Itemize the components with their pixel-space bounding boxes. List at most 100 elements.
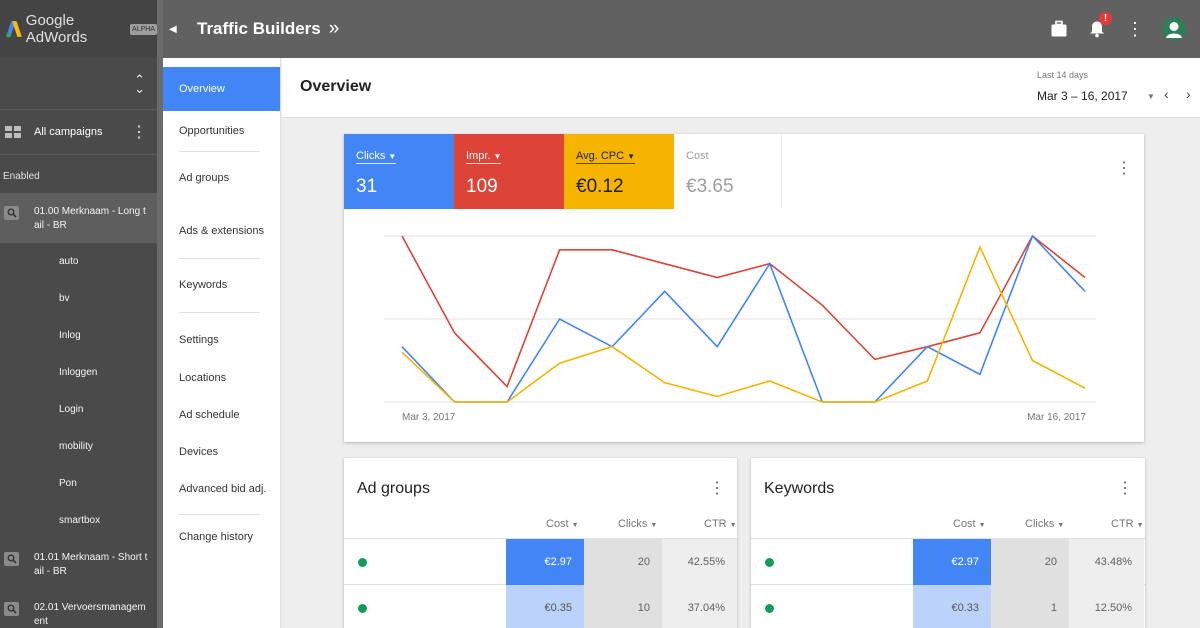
metric-label-cost: Cost: [686, 150, 709, 162]
column-header-ctr[interactable]: CTR ▼: [1111, 518, 1144, 530]
chevron-left-icon[interactable]: ‹: [1164, 86, 1169, 102]
page-title: Overview: [300, 78, 372, 95]
all-campaigns-label: All campaigns: [34, 126, 103, 138]
metric-value-clicks: 31: [356, 176, 378, 197]
more-vert-icon[interactable]: ⋮: [1117, 478, 1133, 498]
status-enabled-icon: [765, 558, 774, 567]
metric-tile-cost[interactable]: Cost €3.65: [674, 134, 782, 209]
metric-value-cpc: €0.12: [576, 176, 624, 197]
column-header-cost[interactable]: Cost ▼: [546, 518, 579, 530]
date-range-label: Last 14 days: [1037, 70, 1089, 80]
double-chevron-right-icon[interactable]: »: [329, 18, 340, 40]
nav-locations[interactable]: Locations: [163, 367, 280, 404]
account-title[interactable]: Traffic Builders: [197, 19, 321, 39]
column-header-clicks[interactable]: Clicks ▼: [618, 518, 657, 530]
cell-clicks: 1: [991, 585, 1069, 628]
adwords-logo-icon: [6, 21, 22, 38]
left-sidebar: Google AdWords ALPHA ⌃ ⌄ All campaigns ⋮ …: [0, 0, 157, 628]
nav-ad-schedule[interactable]: Ad schedule: [163, 404, 280, 441]
ad-group-item-smartbox[interactable]: smartbox: [0, 502, 157, 539]
metric-tile-cpc[interactable]: Avg. CPC ▼ €0.12: [564, 134, 674, 209]
dropdown-arrow-icon: ▼: [650, 522, 658, 529]
metric-tile-clicks[interactable]: Clicks ▼ 31: [344, 134, 454, 209]
campaign-item[interactable]: 01.00 Merknaam - Long t ail - BR: [0, 193, 157, 243]
more-vert-icon[interactable]: ⋮: [129, 122, 149, 142]
cell-cost: €0.35: [506, 585, 584, 628]
metric-label-cpc: Avg. CPC: [576, 150, 625, 162]
campaign-name: 02.01 Vervoersmanagem ent: [34, 602, 146, 627]
metric-value-cost: €3.65: [686, 176, 734, 197]
dropdown-arrow-icon[interactable]: ▼: [1147, 92, 1155, 101]
chevron-right-icon[interactable]: ›: [1186, 86, 1191, 102]
account-switcher[interactable]: ⌃ ⌄: [0, 58, 157, 110]
briefcase-icon[interactable]: [1050, 20, 1068, 38]
dropdown-arrow-icon: ▼: [1136, 522, 1144, 529]
cell-cost: €0.33: [913, 585, 991, 628]
series-line-impr: [401, 234, 1086, 388]
notifications-button[interactable]: !: [1088, 12, 1112, 38]
nav-keywords[interactable]: Keywords: [163, 259, 280, 312]
table-row[interactable]: €2.97 20 42.55%: [344, 539, 737, 585]
table-row[interactable]: €0.33 1 12.50%: [751, 585, 1145, 628]
search-icon: [4, 602, 19, 616]
table-row[interactable]: €0.35 10 37.04%: [344, 585, 737, 628]
metric-label-clicks: Clicks: [356, 150, 386, 162]
cell-cost: €2.97: [506, 539, 584, 585]
dropdown-arrow-icon: ▼: [571, 522, 579, 529]
dropdown-arrow-icon[interactable]: ▼: [388, 152, 396, 161]
back-arrow-icon[interactable]: ◀: [169, 24, 181, 35]
column-header-clicks[interactable]: Clicks ▼: [1025, 518, 1064, 530]
table-row[interactable]: €2.97 20 43.48%: [751, 539, 1145, 585]
nav-settings[interactable]: Settings: [163, 313, 280, 367]
cell-cost: €2.97: [913, 539, 991, 585]
x-tick-label: Mar 3, 2017: [402, 412, 456, 423]
status-enabled-icon: [765, 604, 774, 613]
ad-group-item-inloggen[interactable]: Inloggen: [0, 354, 157, 391]
ad-group-item-inlog[interactable]: Inlog: [0, 317, 157, 354]
more-vert-icon[interactable]: ⋮: [1116, 158, 1132, 178]
date-range-select[interactable]: Mar 3 – 16, 2017: [1037, 89, 1128, 103]
keywords-card: Keywords ⋮ Cost ▼ Clicks ▼ CTR ▼ €2.97 20 4…: [751, 458, 1145, 628]
column-header-cost[interactable]: Cost ▼: [953, 518, 986, 530]
campaign-item[interactable]: 01.01 Merknaam - Short t ail - BR: [0, 539, 157, 589]
overview-line-chart: Mar 3, 2017 Mar 16, 2017: [384, 234, 1096, 423]
notification-badge: !: [1099, 12, 1112, 25]
alpha-badge: ALPHA: [130, 23, 157, 35]
more-vert-icon[interactable]: ⋮: [709, 478, 725, 498]
card-title: Ad groups: [357, 480, 430, 497]
ad-group-item-bv[interactable]: bv: [0, 280, 157, 317]
campaign-name: 01.00 Merknaam - Long t ail - BR: [34, 206, 146, 231]
cell-clicks: 10: [584, 585, 662, 628]
nav-change-history[interactable]: Change history: [163, 515, 280, 559]
more-vert-icon[interactable]: ⋮: [1126, 19, 1144, 40]
all-campaigns-row[interactable]: All campaigns ⋮: [0, 110, 157, 155]
status-enabled-icon: [358, 604, 367, 613]
campaign-item[interactable]: 02.01 Vervoersmanagem ent: [0, 589, 157, 628]
brand[interactable]: Google AdWords ALPHA: [0, 0, 157, 58]
cell-ctr: 42.55%: [662, 539, 737, 585]
page-nav: Overview Opportunities Ad groups Ads & e…: [163, 58, 281, 628]
cell-ctr: 37.04%: [662, 585, 737, 628]
chevron-updown-icon[interactable]: ⌃ ⌄: [134, 73, 145, 95]
column-header-ctr[interactable]: CTR ▼: [704, 518, 737, 530]
metric-label-impr: Impr.: [466, 150, 491, 162]
avatar-icon[interactable]: [1162, 17, 1186, 41]
dropdown-arrow-icon[interactable]: ▼: [493, 152, 501, 161]
metric-tile-impr[interactable]: Impr. ▼ 109: [454, 134, 564, 209]
nav-overview[interactable]: Overview: [163, 67, 280, 111]
cell-ctr: 43.48%: [1069, 539, 1144, 585]
nav-ads-extensions[interactable]: Ads & extensions: [163, 205, 280, 258]
ad-group-item-pon[interactable]: Pon: [0, 465, 157, 502]
page-header: Overview Last 14 days Mar 3 – 16, 2017 ▼…: [282, 58, 1200, 118]
ad-group-item-login[interactable]: Login: [0, 391, 157, 428]
nav-ad-groups[interactable]: Ad groups: [163, 152, 280, 205]
dropdown-arrow-icon: ▼: [729, 522, 737, 529]
search-icon: [4, 552, 19, 566]
nav-advanced-bid-adj[interactable]: Advanced bid adj.: [163, 478, 280, 514]
dropdown-arrow-icon[interactable]: ▼: [627, 152, 635, 161]
nav-devices[interactable]: Devices: [163, 441, 280, 478]
ad-group-item-auto[interactable]: auto: [0, 243, 157, 280]
ad-group-item-mobility[interactable]: mobility: [0, 428, 157, 465]
nav-opportunities[interactable]: Opportunities: [163, 111, 280, 151]
top-bar: ◀ Traffic Builders » ! ⋮: [163, 0, 1200, 58]
